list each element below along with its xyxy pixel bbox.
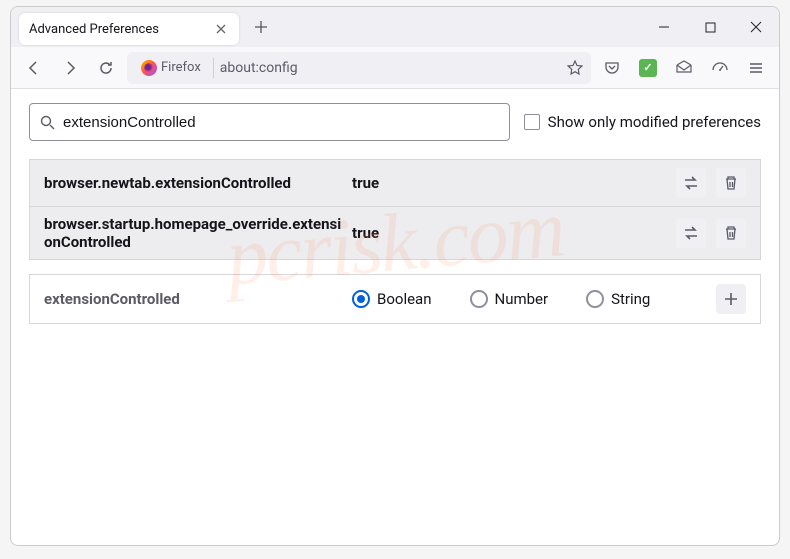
prefs-table: browser.newtab.extensionControlled true … xyxy=(29,159,761,260)
pref-name: browser.newtab.extensionControlled xyxy=(44,174,344,192)
url-separator xyxy=(213,58,214,78)
checkbox-icon xyxy=(524,114,540,130)
pref-row[interactable]: browser.newtab.extensionControlled true xyxy=(30,160,760,207)
toggle-button[interactable] xyxy=(676,218,706,248)
toggle-button[interactable] xyxy=(676,168,706,198)
radio-icon xyxy=(352,290,370,308)
new-tab-button[interactable] xyxy=(245,11,277,43)
add-button[interactable] xyxy=(716,284,746,314)
toolbar: Firefox about:config xyxy=(11,47,779,89)
close-window-button[interactable] xyxy=(733,7,779,47)
window-controls xyxy=(641,7,779,47)
url-bar[interactable]: Firefox about:config xyxy=(127,52,591,84)
pref-row[interactable]: browser.startup.homepage_override.extens… xyxy=(30,207,760,259)
tab-active[interactable]: Advanced Preferences xyxy=(19,13,239,45)
search-box[interactable] xyxy=(29,103,510,141)
pref-value: true xyxy=(352,224,668,242)
type-label: String xyxy=(611,290,650,308)
minimize-button[interactable] xyxy=(641,7,687,47)
browser-window: Advanced Preferences xyxy=(10,6,780,546)
inbox-icon[interactable] xyxy=(669,53,699,83)
show-modified-checkbox[interactable]: Show only modified preferences xyxy=(524,113,761,131)
type-label: Number xyxy=(495,290,549,308)
identity-label: Firefox xyxy=(161,60,201,75)
url-text: about:config xyxy=(220,60,561,76)
maximize-button[interactable] xyxy=(687,7,733,47)
gauge-icon[interactable] xyxy=(705,53,735,83)
forward-button[interactable] xyxy=(55,53,85,83)
firefox-icon xyxy=(141,60,157,76)
pocket-icon[interactable] xyxy=(597,53,627,83)
show-modified-label: Show only modified preferences xyxy=(548,113,761,131)
reload-button[interactable] xyxy=(91,53,121,83)
back-button[interactable] xyxy=(19,53,49,83)
type-string-radio[interactable]: String xyxy=(586,290,650,308)
search-input[interactable] xyxy=(63,114,499,131)
identity-box[interactable]: Firefox xyxy=(135,60,207,76)
radio-icon xyxy=(470,290,488,308)
type-options: Boolean Number String xyxy=(352,290,708,308)
titlebar: Advanced Preferences xyxy=(11,7,779,47)
tab-close-icon[interactable] xyxy=(213,21,229,37)
search-icon xyxy=(40,115,55,130)
pref-name: browser.startup.homepage_override.extens… xyxy=(44,215,344,251)
pref-value: true xyxy=(352,174,668,192)
new-pref-row: extensionControlled Boolean Number Strin… xyxy=(29,274,761,324)
new-pref-name: extensionControlled xyxy=(44,290,344,308)
search-row: Show only modified preferences xyxy=(29,103,761,141)
delete-button[interactable] xyxy=(716,218,746,248)
delete-button[interactable] xyxy=(716,168,746,198)
radio-icon xyxy=(586,290,604,308)
content-area: Show only modified preferences browser.n… xyxy=(11,89,779,338)
type-boolean-radio[interactable]: Boolean xyxy=(352,290,432,308)
type-label: Boolean xyxy=(377,290,432,308)
app-menu-button[interactable] xyxy=(741,53,771,83)
bookmark-star-icon[interactable] xyxy=(567,60,583,76)
extension-icon[interactable] xyxy=(633,53,663,83)
tab-title: Advanced Preferences xyxy=(29,22,213,37)
type-number-radio[interactable]: Number xyxy=(470,290,549,308)
